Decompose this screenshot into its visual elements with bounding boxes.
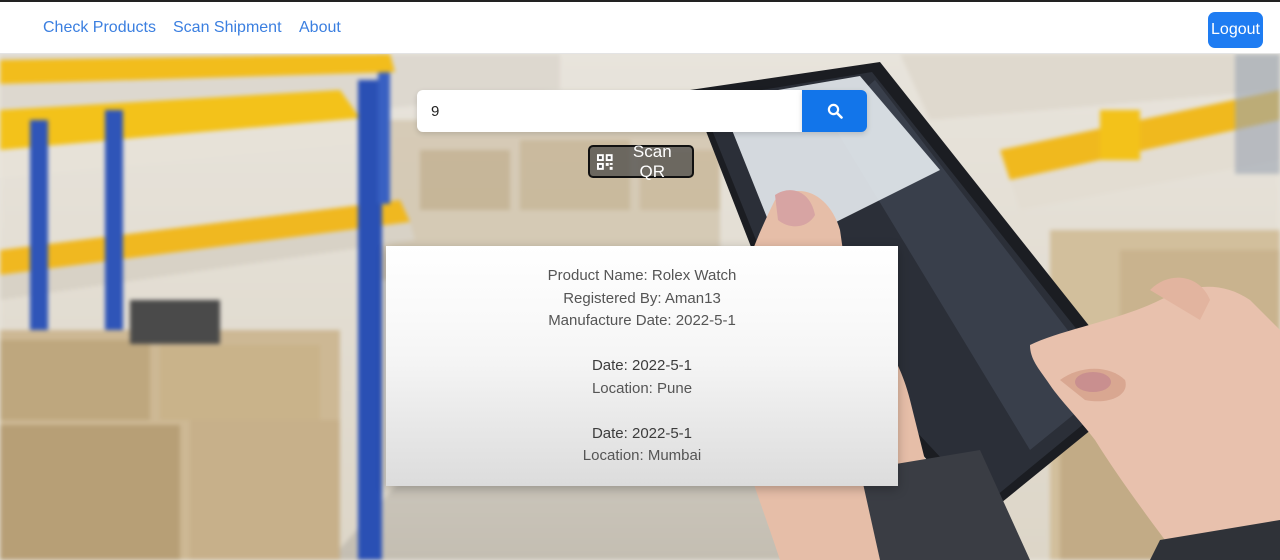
nav-link-scan-shipment[interactable]: Scan Shipment <box>173 19 282 37</box>
search-button[interactable] <box>802 90 867 132</box>
nav-link-check-products[interactable]: Check Products <box>43 19 156 37</box>
qr-code-icon <box>596 153 613 170</box>
search-icon <box>827 103 843 119</box>
history-date: Date: 2022-5-1 <box>591 425 693 442</box>
logout-button[interactable]: Logout <box>1208 12 1263 48</box>
product-name: Product Name: Rolex Watch <box>547 267 737 284</box>
scan-qr-button[interactable]: Scan QR <box>588 142 694 181</box>
nav-link-about[interactable]: About <box>299 19 341 37</box>
registered-by: Registered By: Aman13 <box>563 290 721 307</box>
scan-qr-label: Scan QR <box>632 141 672 181</box>
product-details-card: Product Name: Rolex Watch Registered By:… <box>386 246 898 486</box>
navbar: Check Products Scan Shipment About Logou… <box>0 0 1280 54</box>
history-date: Date: 2022-5-1 <box>591 357 693 374</box>
history-location: Location: Mumbai <box>582 447 702 464</box>
manufacture-date: Manufacture Date: 2022-5-1 <box>548 312 736 329</box>
search-input[interactable] <box>417 90 802 132</box>
history-location: Location: Pune <box>591 380 693 397</box>
